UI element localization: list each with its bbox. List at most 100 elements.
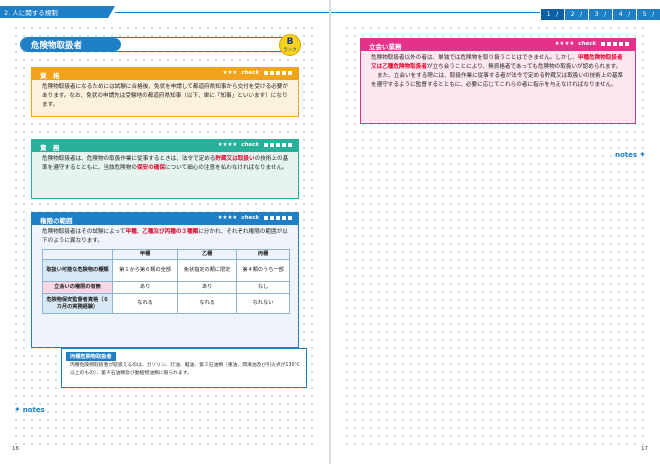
tab-5[interactable]: 5/ <box>637 9 660 20</box>
checkbox-icon[interactable] <box>601 42 605 46</box>
witness-header: 立会い業務 ★★★★ check <box>361 39 635 51</box>
table-cell: なれる <box>177 293 238 314</box>
checkbox-icon[interactable] <box>288 71 292 75</box>
tab-label: 1 <box>546 11 551 18</box>
scope-label: 権限の範囲 <box>40 217 73 225</box>
rank-badge: B ランク <box>279 34 301 56</box>
check-rating: ★★★★ check <box>555 41 629 47</box>
sparkle-icon: ✦ <box>14 405 21 414</box>
left-page: 2. 人に関する規制 危険物取扱者 B ランク 資 格 ★★★ check 危険… <box>0 0 329 464</box>
table-row: 危険物保安監督者資格（６カ月の実務経験） なれる なれる なれない <box>42 293 290 314</box>
tab-2[interactable]: 2/ <box>565 9 588 20</box>
check-rating: ★★★ check <box>223 70 292 76</box>
right-page: 1/ 2/ 3/ 4/ 5/ 立会い業務 ★★★★ check 危険物取扱者以外… <box>331 0 660 464</box>
checkbox-icon[interactable] <box>264 71 268 75</box>
chapter-tabs: 1/ 2/ 3/ 4/ 5/ <box>540 9 660 20</box>
qualification-header: 資 格 ★★★ check <box>32 68 298 80</box>
header-rule <box>115 12 329 13</box>
check-label: check <box>241 70 260 76</box>
checkbox-icon[interactable] <box>282 216 286 220</box>
table-header-cell <box>42 249 113 260</box>
tab-divider: / <box>604 11 607 18</box>
supplement-box: 丙種危険物取扱者 丙種危険物取扱者が取扱えるのは、ガソリン、灯油、軽油、第３石油… <box>61 348 307 388</box>
scope-text-1: 危険物取扱者はその試験によって <box>42 229 126 235</box>
table-row-header: 危険物保安監督者資格（６カ月の実務経験） <box>42 293 113 314</box>
duty-header: 責 務 ★★★★ check <box>32 140 298 152</box>
witness-label: 立会い業務 <box>369 43 402 51</box>
checkbox-icon[interactable] <box>276 143 280 147</box>
checkbox-icon[interactable] <box>282 71 286 75</box>
witness-text: 危険物取扱者以外の者は、単独では危険物を取り扱うことはできません。しかし、甲種危… <box>361 51 635 123</box>
table-header-row: 甲種 乙種 丙種 <box>42 249 290 260</box>
qualification-text: 危険物取扱者になるためには試験に合格後、免状を申請して都道府県知事から交付を受け… <box>32 80 298 116</box>
table-cell: なし <box>236 281 290 294</box>
table-row: 取扱い可能な危険物の種類 第１から第６類の全部 免状指定の類に限定 第４類のうち… <box>42 259 290 282</box>
check-label: check <box>241 215 260 221</box>
table-cell: あり <box>111 281 179 294</box>
check-rating: ★★★★ check <box>218 215 292 221</box>
notes-text: notes <box>22 405 45 414</box>
chapter-title: 2. 人に関する規制 <box>4 9 58 17</box>
tab-4[interactable]: 4/ <box>613 9 636 20</box>
tab-label: 5 <box>642 11 647 18</box>
table-cell: 第４類のうち一部 <box>236 259 290 282</box>
duty-label: 責 務 <box>40 144 60 152</box>
page-title: 危険物取扱者 <box>31 41 83 51</box>
table-header-cell: 丙種 <box>236 249 290 260</box>
checkbox-icon[interactable] <box>619 42 623 46</box>
sparkle-icon: ✦ <box>639 150 646 159</box>
duty-text: 危険物取扱者は、危険物の取扱作業に従事するときは、法令で定める貯蔵又は取扱いの技… <box>32 152 298 198</box>
checkbox-icon[interactable] <box>270 216 274 220</box>
table-row: 立会いの権限の有無 あり あり なし <box>42 281 290 294</box>
scope-box: 権限の範囲 ★★★★ check 危険物取扱者はその試験によって甲種、乙種及び丙… <box>31 212 299 348</box>
section-title-bar: 危険物取扱者 B ランク <box>20 34 301 56</box>
tab-divider: / <box>628 11 631 18</box>
checkbox-icon[interactable] <box>607 42 611 46</box>
tab-divider: / <box>652 11 655 18</box>
scope-body: 危険物取扱者はその試験によって甲種、乙種及び丙種の３種類に分かれ、それぞれ権限の… <box>32 225 298 347</box>
check-label: check <box>241 142 260 148</box>
witness-paragraph-1: 危険物取扱者以外の者は、単独では危険物を取り扱うことはできません。しかし、甲種危… <box>371 54 627 72</box>
checkbox-icon[interactable] <box>270 71 274 75</box>
chapter-header: 2. 人に関する規制 <box>0 6 115 18</box>
witness-box: 立会い業務 ★★★★ check 危険物取扱者以外の者は、単独では危険物を取り扱… <box>360 38 636 124</box>
rank-letter: B <box>286 37 294 47</box>
page-number: 17 <box>641 446 648 452</box>
duty-emphasis-1: 貯蔵又は取扱い <box>215 156 255 162</box>
checkbox-icon[interactable] <box>288 143 292 147</box>
duty-text-3: について細心の注意を払わなければなりません。 <box>164 165 288 171</box>
check-label: check <box>578 41 597 47</box>
checkbox-icon[interactable] <box>288 216 292 220</box>
table-header-cell: 乙種 <box>177 249 238 260</box>
checkbox-icon[interactable] <box>282 143 286 147</box>
tab-divider: / <box>556 11 559 18</box>
duty-text-1: 危険物取扱者は、危険物の取扱作業に従事するときは、法令で定める <box>42 156 216 162</box>
table-cell: なれない <box>236 293 290 314</box>
checkbox-icon[interactable] <box>613 42 617 46</box>
scope-emphasis: 甲種、乙種及び丙種の３種類 <box>125 229 199 235</box>
star-rating: ★★★★ <box>217 215 238 221</box>
title-pill: 危険物取扱者 <box>21 38 121 51</box>
header-rule <box>331 12 540 13</box>
tab-1[interactable]: 1/ <box>541 9 564 20</box>
duty-emphasis-2: 保安の確保 <box>136 165 165 171</box>
star-rating: ★★★★ <box>217 142 238 148</box>
table-cell: あり <box>177 281 238 294</box>
table-row-header: 取扱い可能な危険物の種類 <box>42 259 113 282</box>
checkbox-icon[interactable] <box>264 216 268 220</box>
table-cell: 免状指定の類に限定 <box>177 259 238 282</box>
tab-3[interactable]: 3/ <box>589 9 612 20</box>
tab-divider: / <box>580 11 583 18</box>
rank-label: ランク <box>283 48 297 53</box>
scope-header: 権限の範囲 ★★★★ check <box>32 213 298 225</box>
witness-text-2: が立ち会うことにより、無資格者であっても危険物の取扱いが認められます。 <box>426 64 622 70</box>
checkbox-icon[interactable] <box>270 143 274 147</box>
checkbox-icon[interactable] <box>625 42 629 46</box>
scope-text: 危険物取扱者はその試験によって甲種、乙種及び丙種の３種類に分かれ、それぞれ権限の… <box>42 228 290 246</box>
checkbox-icon[interactable] <box>276 216 280 220</box>
notes-label: notes ✦ <box>615 150 646 159</box>
checkbox-icon[interactable] <box>276 71 280 75</box>
checkbox-icon[interactable] <box>264 143 268 147</box>
duty-box: 責 務 ★★★★ check 危険物取扱者は、危険物の取扱作業に従事するときは、… <box>31 139 299 199</box>
qualification-label: 資 格 <box>40 72 60 80</box>
